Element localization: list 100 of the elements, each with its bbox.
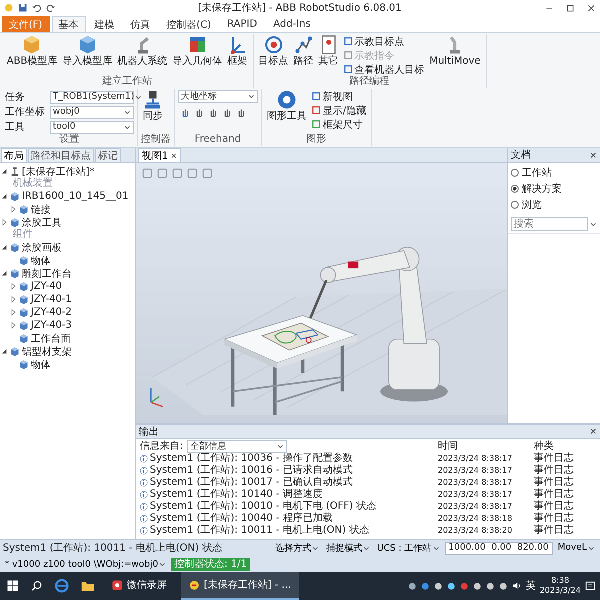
tree-item[interactable]: JZY-40 xyxy=(10,280,62,293)
panel-title: 文档 xyxy=(511,148,531,162)
tree-item[interactable]: 涂胶画板 xyxy=(1,241,62,254)
square-icon xyxy=(312,106,321,115)
log-time: 2023/3/24 8:38:17 xyxy=(438,477,514,489)
ribbon-button[interactable]: 图形工具 xyxy=(265,89,309,124)
app-logo-icon xyxy=(4,3,14,13)
search-field[interactable]: 搜索 xyxy=(511,217,588,231)
close-icon xyxy=(590,152,597,158)
tree-item[interactable]: IRB1600_10_145__01 xyxy=(1,190,129,203)
ribbon-tab[interactable]: 控制器(C) xyxy=(160,16,218,32)
ribbon-button[interactable]: 目标点 xyxy=(256,34,291,69)
square-icon xyxy=(344,51,353,60)
component-icon xyxy=(10,268,20,278)
component-icon xyxy=(10,192,20,202)
status-dropdown[interactable]: UCS : 工作站 xyxy=(375,542,442,554)
taskbar-app[interactable]: [未保存工作站] - ... xyxy=(181,572,300,600)
ribbon-button[interactable]: ABB模型库 xyxy=(5,34,60,69)
close-icon xyxy=(171,152,178,158)
ribbon-button[interactable]: 导入模型库 xyxy=(60,34,115,69)
ribbon-tab[interactable]: 建模 xyxy=(88,16,122,32)
tree-item[interactable]: JZY-40-3 xyxy=(10,319,72,332)
save-icon xyxy=(18,3,28,13)
dropdown[interactable]: wobj0 xyxy=(50,106,134,118)
tree-item[interactable]: JZY-40-2 xyxy=(10,306,72,319)
tree-item[interactable]: 涂胶工具 xyxy=(1,216,62,229)
component-icon xyxy=(10,218,20,228)
clock-date: 2023/3/24 xyxy=(540,586,581,596)
ribbon-button[interactable]: 新视图 xyxy=(310,90,368,103)
ribbon-tab[interactable]: Add-Ins xyxy=(266,16,318,32)
group-title: Freehand xyxy=(194,134,242,146)
log-time: 2023/3/24 8:38:20 xyxy=(438,525,514,537)
ribbon-button[interactable]: 查看机器人目标 xyxy=(342,63,427,76)
column-header: 种类 xyxy=(534,440,555,452)
radio-button[interactable] xyxy=(511,169,519,177)
group-title: 路径编程 xyxy=(350,76,390,88)
dropdown[interactable]: 大地坐标 xyxy=(178,90,258,103)
radio-button[interactable] xyxy=(511,201,519,209)
close-button[interactable] xyxy=(587,4,596,12)
panel-tab[interactable]: 标记 xyxy=(95,148,121,162)
ribbon-button[interactable]: MultiMove xyxy=(428,34,483,69)
ribbon-button[interactable]: 导入几何体 xyxy=(170,34,225,69)
info-icon xyxy=(140,515,148,523)
ribbon-button[interactable]: 显示/隐藏 xyxy=(310,104,368,117)
tree-item[interactable]: 铝型材支架 xyxy=(1,345,72,358)
panel-tab[interactable]: 路径和目标点 xyxy=(28,148,94,162)
ribbon-tab[interactable]: RAPID xyxy=(220,16,264,32)
tree-item[interactable]: 物体 xyxy=(10,358,51,371)
tree-item[interactable]: 雕刻工作台 xyxy=(1,267,72,280)
log-message: System1 (工作站): 10040 - 程序已加载 xyxy=(140,513,434,525)
ribbon-button[interactable]: 同步 xyxy=(141,89,165,124)
ribbon-button[interactable]: 框架尺寸 xyxy=(310,118,368,131)
component-icon xyxy=(19,294,29,304)
info-icon xyxy=(140,479,148,487)
component-icon xyxy=(10,346,20,356)
maximize-button[interactable] xyxy=(566,4,575,12)
status-dropdown[interactable]: 捕捉模式 xyxy=(324,542,372,554)
maximize-icon xyxy=(566,4,575,12)
sync-icon xyxy=(143,90,163,110)
ribbon-button[interactable]: 框架 xyxy=(226,34,250,69)
view-tool-icon xyxy=(142,168,153,179)
radio-label: 工作站 xyxy=(522,166,552,180)
ribbon-button[interactable]: 示教目标点 xyxy=(342,35,427,48)
view-tool-icon xyxy=(157,168,168,179)
view-tab[interactable]: 视图1 xyxy=(138,148,182,162)
dropdown[interactable]: tool0 xyxy=(50,120,134,134)
tree-item[interactable]: JZY-40-1 xyxy=(10,293,72,306)
radio-button[interactable] xyxy=(511,185,519,193)
chevron-down-icon xyxy=(432,544,440,552)
panel-tab[interactable]: 布局 xyxy=(1,148,27,162)
log-category: 事件日志 xyxy=(534,477,575,488)
taskbar-app[interactable]: 微信录屏 xyxy=(104,572,175,600)
ribbon-button[interactable]: 路径 xyxy=(292,34,316,69)
redo-icon xyxy=(46,3,56,13)
path-icon xyxy=(294,35,314,55)
ribbon-button[interactable]: 其它 xyxy=(316,34,341,69)
ribbon-tab[interactable]: 仿真 xyxy=(124,16,158,32)
status-dropdown[interactable]: * v1000 z100 tool0 \WObj:=wobj0 xyxy=(3,558,168,571)
tree-item[interactable]: 链接 xyxy=(10,203,51,216)
group-title: 设置 xyxy=(60,134,80,146)
square-icon xyxy=(344,65,353,74)
browser-button[interactable] xyxy=(52,576,72,596)
status-dropdown[interactable]: MoveL xyxy=(556,542,597,554)
component-icon xyxy=(19,282,29,292)
tree-item[interactable]: 物体 xyxy=(10,254,51,267)
chevron-down-icon xyxy=(134,94,142,100)
ribbon-tab[interactable]: 基本 xyxy=(52,16,86,32)
status-dropdown[interactable]: 选择方式 xyxy=(273,542,322,554)
window-title: [未保存工作站] - ABB RobotStudio 6.08.01 xyxy=(197,2,403,15)
input-method-indicator[interactable]: 英 xyxy=(526,579,536,593)
ribbon-button[interactable]: 机器人系统 xyxy=(116,34,170,69)
tree-item[interactable]: 工作台面 xyxy=(10,332,71,345)
filter-dropdown[interactable]: 全部信息 xyxy=(187,440,288,453)
component-icon xyxy=(19,334,29,344)
close-icon xyxy=(590,428,597,435)
log-category: 事件日志 xyxy=(534,465,575,476)
coordinates-field[interactable]: 1000.00 0.00 820.00 xyxy=(444,542,553,554)
log-category: 事件日志 xyxy=(534,489,575,500)
tree-item[interactable]: [未保存工作站]* xyxy=(1,165,95,178)
field-label: 任务 xyxy=(5,91,26,104)
